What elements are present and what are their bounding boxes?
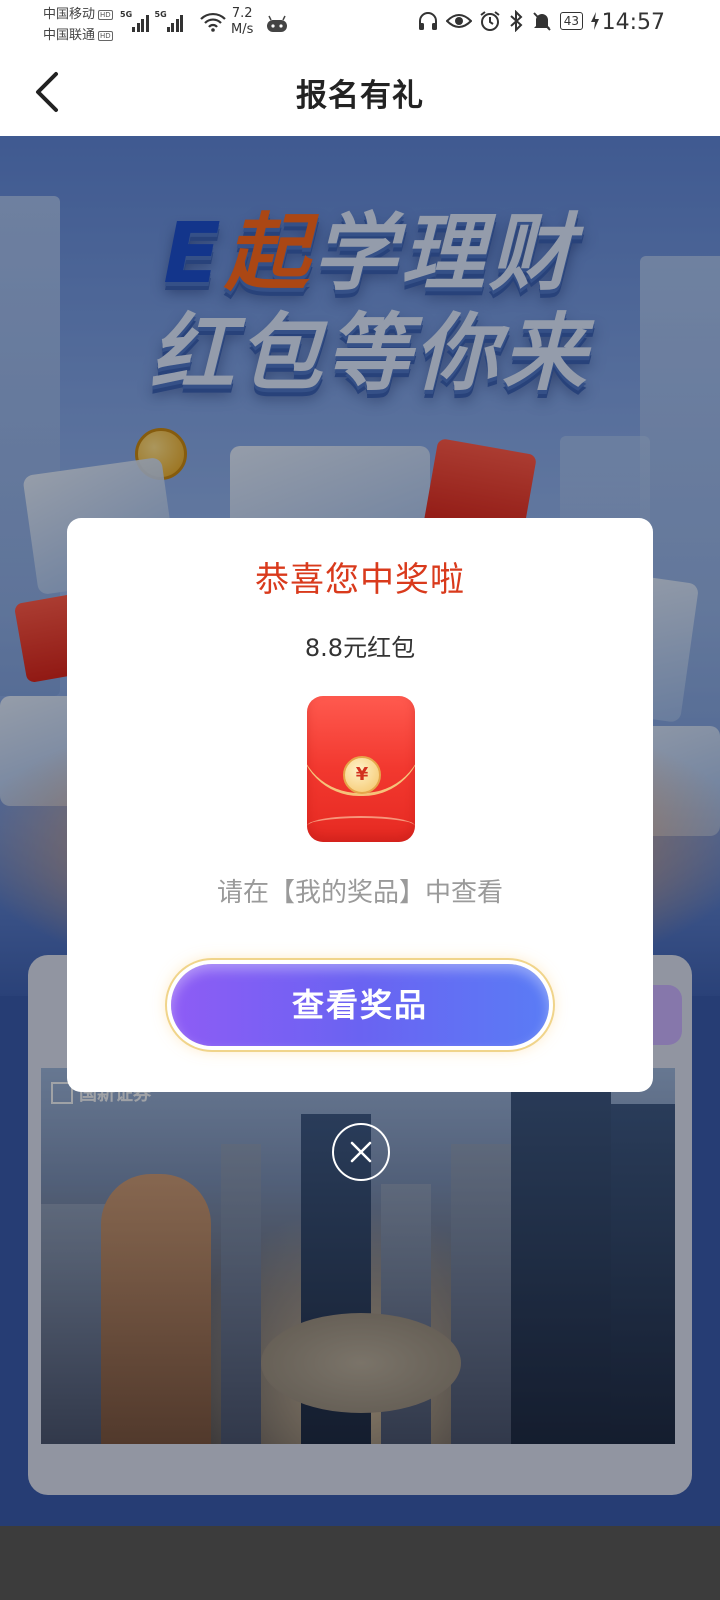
prize-hint: 请在【我的奖品】中查看 <box>216 878 503 908</box>
charging-icon <box>591 12 599 30</box>
wifi-icon <box>200 12 226 32</box>
signal-icon: 5G <box>120 10 149 32</box>
battery-indicator: 43 <box>559 12 583 30</box>
bluetooth-icon <box>510 10 523 32</box>
speed-value: 7.2 <box>231 6 253 21</box>
yuan-seal: ¥ <box>343 756 381 794</box>
headphones-icon <box>418 12 437 30</box>
red-packet-icon: ¥ <box>307 696 415 842</box>
nav-bar: 报名有礼 <box>0 48 720 136</box>
view-prize-button[interactable]: 查看奖品 <box>171 964 549 1046</box>
clock: 14:57 <box>601 10 665 35</box>
network-speed: 7.2 M/s <box>231 6 253 38</box>
android-robot-icon <box>267 15 287 32</box>
carrier-2: 中国联通 <box>43 28 96 43</box>
close-icon <box>350 1141 372 1163</box>
carrier-info: 中国移动 HD 中国联通 HD <box>43 4 113 46</box>
speed-unit: M/s <box>231 22 254 37</box>
network-type-1: 5G <box>120 10 133 19</box>
page: 中国移动 HD 中国联通 HD 5G 5G 7.2 M/s 43 14:57 报… <box>0 0 720 1600</box>
status-bar: 中国移动 HD 中国联通 HD 5G 5G 7.2 M/s 43 14:57 <box>0 0 720 48</box>
hd-badge: HD <box>98 30 113 41</box>
alarm-icon <box>480 11 500 31</box>
page-title: 报名有礼 <box>296 78 424 114</box>
eye-icon <box>445 14 472 28</box>
modal-title: 恭喜您中奖啦 <box>255 560 465 600</box>
prize-modal: 恭喜您中奖啦 8.8元红包 ¥ 请在【我的奖品】中查看 查看奖品 <box>67 518 653 1092</box>
signal-icon: 5G <box>154 10 183 32</box>
signal-icons: 5G 5G <box>120 10 183 32</box>
red-packet-wave <box>307 816 415 836</box>
network-type-2: 5G <box>154 10 167 19</box>
mute-bell-icon <box>532 12 551 31</box>
carrier-1: 中国移动 <box>43 7 96 22</box>
hd-badge: HD <box>98 9 113 20</box>
close-button[interactable] <box>332 1123 390 1181</box>
prize-name: 8.8元红包 <box>304 634 416 662</box>
status-icons: 43 <box>417 10 600 32</box>
